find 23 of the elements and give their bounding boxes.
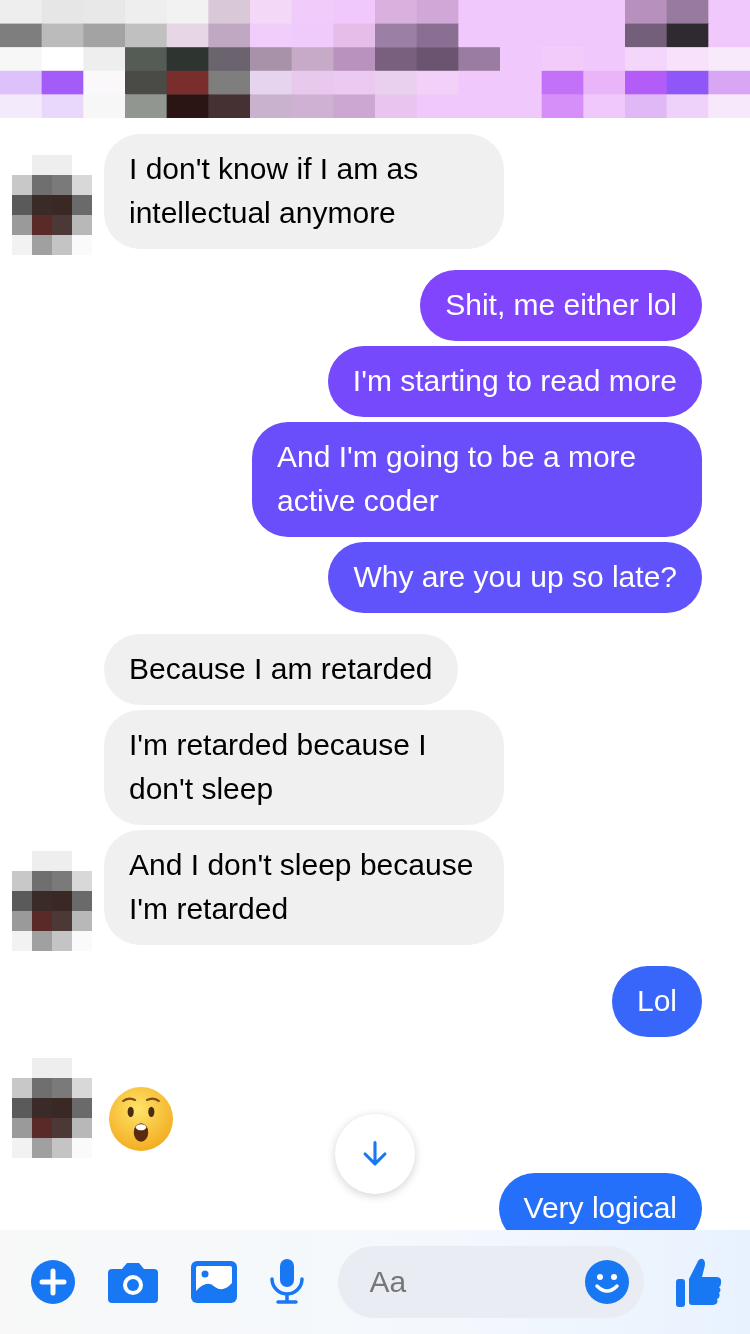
surprised-emoji-icon — [108, 1086, 174, 1152]
message-bubble[interactable]: I'm retarded because I don't sleep — [104, 710, 504, 825]
avatar[interactable] — [12, 851, 92, 951]
avatar[interactable] — [12, 1058, 92, 1158]
add-icon[interactable] — [30, 1259, 76, 1305]
avatar[interactable] — [12, 155, 92, 255]
scroll-down-button[interactable] — [335, 1114, 415, 1194]
message-bubble[interactable]: And I don't sleep because I'm retarded — [104, 830, 504, 945]
message-field[interactable]: Aa — [337, 1246, 644, 1318]
message-bubble[interactable]: Very logical — [498, 1173, 702, 1230]
message-bubble[interactable]: Why are you up so late? — [328, 542, 702, 613]
message-bubble[interactable]: I don't know if I am as intellectual anymore — [104, 134, 504, 249]
message-input-field[interactable]: Aa — [367, 1264, 584, 1300]
message-bubble[interactable]: Because I am retarded — [104, 634, 458, 705]
message-bubble[interactable]: Shit, me either lol — [420, 270, 702, 341]
message-bubble[interactable]: Lol — [611, 966, 702, 1037]
thumbs-up-icon[interactable] — [675, 1257, 722, 1307]
microphone-icon[interactable] — [269, 1259, 306, 1305]
message-bubble[interactable]: And I'm going to be a more active coder — [252, 422, 702, 537]
image-icon[interactable] — [190, 1261, 237, 1303]
message-bubble[interactable]: I'm starting to read more — [327, 346, 702, 417]
camera-icon[interactable] — [108, 1261, 159, 1303]
emoji-icon[interactable] — [583, 1259, 630, 1305]
